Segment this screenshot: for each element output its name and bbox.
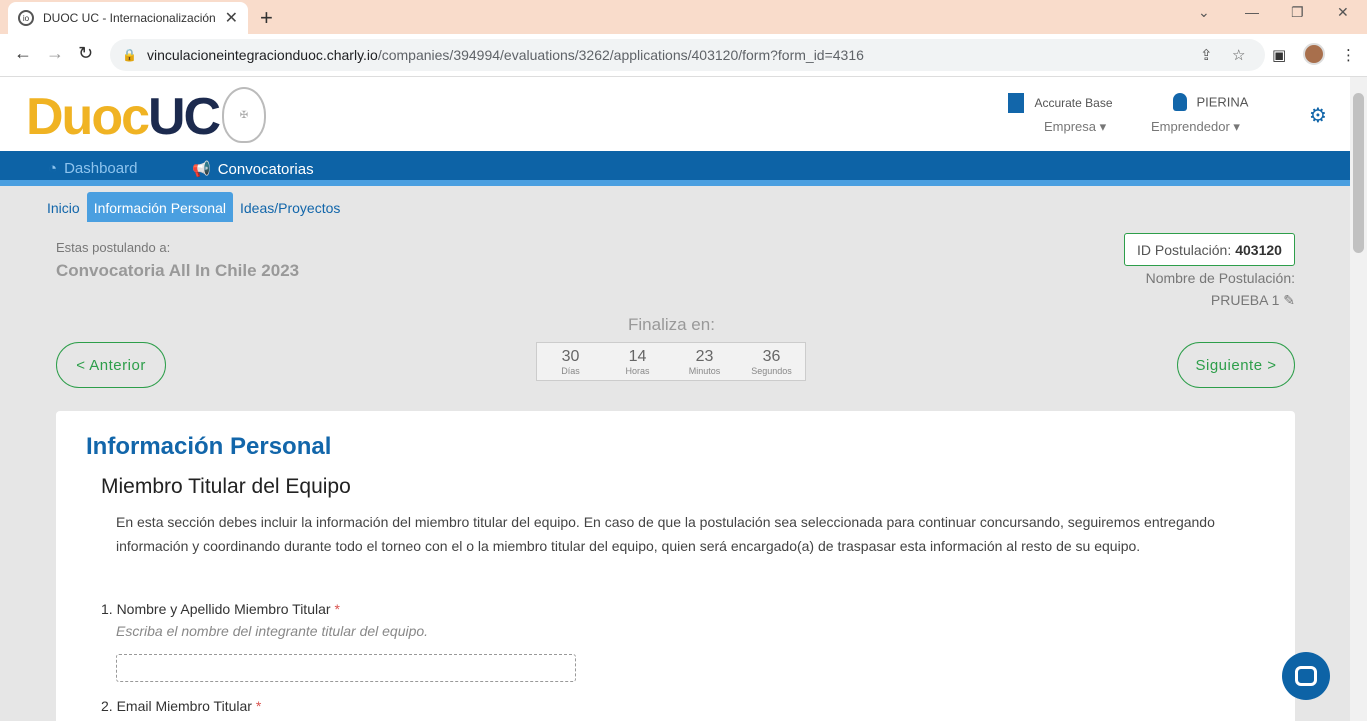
reload-icon[interactable]: ↻	[78, 43, 93, 64]
edit-pencil-icon[interactable]: ✎	[1283, 292, 1295, 308]
tab-close-icon[interactable]: ✕	[225, 8, 238, 28]
section-title: Miembro Titular del Equipo	[101, 475, 351, 498]
browser-toolbar: ← → ↻ 🔒 vinculacioneintegracionduoc.char…	[0, 34, 1367, 77]
question-1-label: 1. Nombre y Apellido Miembro Titular *	[101, 601, 340, 617]
tab-title: DUOC UC - Internacionalización	[43, 11, 215, 25]
countdown-minutes: 23 Minutos	[688, 347, 721, 376]
user-name: PIERINA	[1196, 94, 1249, 110]
building-icon	[1008, 93, 1024, 113]
caret-down-icon: ▾	[1233, 119, 1240, 134]
chat-icon	[1295, 666, 1317, 686]
browser-tab[interactable]: io DUOC UC - Internacionalización ✕	[8, 2, 248, 34]
close-window-icon[interactable]: ✕	[1337, 4, 1349, 21]
nav-convocatorias[interactable]: 📢 Convocatorias	[192, 160, 314, 179]
question-1-hint: Escriba el nombre del integrante titular…	[116, 623, 429, 639]
profile-avatar[interactable]	[1303, 43, 1325, 65]
university-seal-icon: ✠	[222, 87, 266, 143]
form-title: Información Personal	[86, 433, 332, 460]
previous-button[interactable]: < Anterior	[56, 342, 166, 388]
user-role: Emprendedor ▾	[1151, 119, 1240, 134]
step-informacion-personal[interactable]: Información Personal	[86, 192, 233, 222]
application-name-value: PRUEBA 1 ✎	[1210, 292, 1295, 308]
scrollbar-thumb[interactable]	[1353, 93, 1364, 253]
section-description: En esta sección debes incluir la informa…	[116, 514, 1215, 554]
user-icon	[1173, 93, 1187, 111]
application-name-label: Nombre de Postulación:	[1145, 270, 1295, 286]
site-header: DuocUC ✠ Accurate Base Empresa ▾ PIERINA…	[0, 77, 1350, 151]
applying-label: Estas postulando a:	[56, 240, 171, 255]
question-2-label: 2. Email Miembro Titular *	[101, 698, 262, 714]
step-inicio[interactable]: Inicio	[40, 192, 87, 222]
required-marker: *	[255, 698, 262, 714]
required-marker: *	[334, 601, 340, 617]
countdown-hours: 14 Horas	[625, 347, 650, 376]
countdown-label: Finaliza en:	[628, 315, 715, 334]
url-text: vinculacioneintegracionduoc.charly.io/co…	[147, 47, 864, 63]
countdown-days: 30 Días	[561, 347, 580, 376]
address-bar[interactable]: 🔒 vinculacioneintegracionduoc.charly.io/…	[110, 39, 1265, 71]
back-icon[interactable]: ←	[14, 43, 32, 64]
tab-search-icon[interactable]: ⌄	[1198, 4, 1210, 21]
user-dropdown[interactable]: PIERINA Emprendedor ▾	[1151, 93, 1249, 134]
page-viewport: DuocUC ✠ Accurate Base Empresa ▾ PIERINA…	[0, 77, 1350, 721]
company-dropdown[interactable]: Accurate Base Empresa ▾	[1008, 93, 1113, 134]
company-name: Accurate Base	[1034, 96, 1113, 110]
convocatoria-name: Convocatoria All In Chile 2023	[56, 261, 300, 280]
forward-icon[interactable]: →	[46, 43, 64, 64]
form-steps-nav: Inicio Información Personal Ideas/Proyec…	[40, 192, 347, 222]
bookmark-star-icon[interactable]: ☆	[1232, 46, 1245, 64]
megaphone-icon: 📢	[192, 161, 211, 178]
nav-dashboard[interactable]: ◔ Dashboard	[48, 160, 137, 177]
application-id-badge: ID Postulación: 403120	[1124, 233, 1295, 266]
chat-launcher-button[interactable]	[1282, 652, 1330, 700]
main-navbar: ◔ Dashboard 📢 Convocatorias	[0, 151, 1350, 186]
minimize-icon[interactable]: —	[1245, 4, 1259, 20]
next-button[interactable]: Siguiente >	[1177, 342, 1295, 388]
duoc-logo[interactable]: DuocUC	[26, 91, 221, 143]
page-scrollbar[interactable]	[1350, 77, 1367, 721]
tab-favicon-icon: io	[18, 10, 34, 26]
form-card: Información Personal Miembro Titular del…	[56, 411, 1295, 721]
new-tab-button[interactable]: +	[260, 5, 273, 31]
countdown-seconds: 36 Segundos	[751, 347, 792, 376]
url-path: /companies/394994/evaluations/3262/appli…	[377, 47, 864, 63]
question-1-input[interactable]	[116, 654, 576, 682]
caret-down-icon: ▾	[1099, 119, 1107, 134]
lock-icon[interactable]: 🔒	[122, 48, 137, 62]
browser-titlebar: io DUOC UC - Internacionalización ✕ + ⌄ …	[0, 0, 1367, 34]
restore-icon[interactable]: ❐	[1291, 4, 1304, 21]
dashboard-gauge-icon: ◔	[48, 160, 58, 177]
step-ideas-proyectos[interactable]: Ideas/Proyectos	[233, 192, 347, 222]
menu-kebab-icon[interactable]: ⋮	[1341, 46, 1356, 64]
share-icon[interactable]: ⇪	[1200, 46, 1213, 64]
gear-icon[interactable]: ⚙	[1309, 103, 1327, 128]
countdown-timer: 30 Días 14 Horas 23 Minutos 36 Segundos	[536, 342, 806, 381]
company-role: Empresa ▾	[1044, 119, 1107, 134]
url-host: vinculacioneintegracionduoc.charly.io	[146, 47, 378, 63]
side-panel-icon[interactable]: ▣	[1272, 46, 1286, 64]
